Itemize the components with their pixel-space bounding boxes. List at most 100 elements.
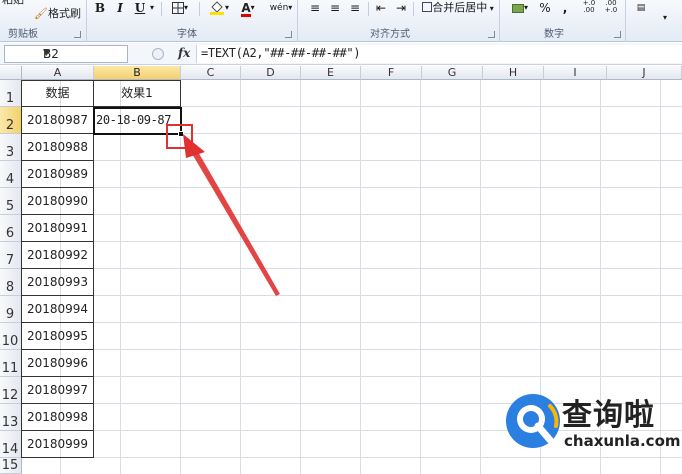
- merge-center-button[interactable]: 合并后居中 ▾: [418, 0, 498, 16]
- cell-a5[interactable]: 20180990: [22, 188, 94, 215]
- row-header-1[interactable]: 1: [0, 80, 22, 107]
- column-header-g[interactable]: G: [422, 66, 483, 80]
- name-box-dropdown-icon[interactable]: ▼: [43, 48, 124, 58]
- cell-a11[interactable]: 20180996: [22, 350, 94, 377]
- cell-a1[interactable]: 数据: [22, 80, 94, 107]
- column-header-b[interactable]: B: [94, 66, 181, 80]
- styles-dropdown-icon[interactable]: ▾: [660, 10, 670, 26]
- row-header-3[interactable]: 3: [0, 134, 22, 161]
- row-header-7[interactable]: 7: [0, 242, 22, 269]
- row-header-4[interactable]: 4: [0, 161, 22, 188]
- magnifier-logo-icon: [506, 394, 560, 448]
- decrease-indent-icon[interactable]: ⇤: [374, 0, 388, 16]
- cell-a4[interactable]: 20180989: [22, 161, 94, 188]
- watermark-url: chaxunla.com: [564, 432, 681, 450]
- alignment-group: ≡ ≡ ≡ ⇤ ⇥ 合并后居中 ▾ 对齐方式: [298, 0, 500, 42]
- column-header-d[interactable]: D: [241, 66, 301, 80]
- row-header-12[interactable]: 12: [0, 377, 22, 404]
- font-group-label: 字体: [177, 29, 197, 40]
- number-group: ▾ % , +.0 .00 .00 +.0 数字: [500, 0, 626, 42]
- select-all-corner[interactable]: [0, 66, 22, 80]
- cell-a9[interactable]: 20180994: [22, 296, 94, 323]
- watermark: 查询啦 chaxunla.com: [498, 386, 681, 458]
- merge-cells-icon: [422, 2, 433, 12]
- font-color-a-icon: A: [241, 1, 251, 17]
- currency-icon: [511, 4, 524, 13]
- number-launcher-icon[interactable]: [614, 31, 621, 38]
- border-button[interactable]: ▾: [167, 0, 193, 16]
- italic-button[interactable]: I: [113, 0, 127, 16]
- increase-indent-icon[interactable]: ⇥: [394, 0, 408, 16]
- column-header-f[interactable]: F: [361, 66, 422, 80]
- watermark-brand-text: 查询啦: [562, 398, 655, 433]
- border-grid-icon: [171, 2, 184, 14]
- phonetic-icon: wén: [269, 3, 289, 13]
- name-box[interactable]: B2 ▼: [4, 45, 128, 63]
- styles-group-fragment: ▤ ▾: [626, 0, 682, 42]
- comma-style-button[interactable]: ,: [560, 0, 570, 16]
- font-separator: [161, 2, 162, 16]
- column-header-a[interactable]: A: [22, 66, 94, 80]
- cell-a12[interactable]: 20180997: [22, 377, 94, 404]
- row-header-8[interactable]: 8: [0, 269, 22, 296]
- underline-button[interactable]: U: [133, 0, 147, 16]
- bold-button[interactable]: B: [93, 0, 107, 16]
- cell-a10[interactable]: 20180995: [22, 323, 94, 350]
- align-center-icon[interactable]: ≡: [328, 0, 342, 16]
- font-color-button[interactable]: A▾: [235, 0, 261, 17]
- column-header-j[interactable]: J: [607, 66, 682, 80]
- alignment-separator: [368, 2, 369, 16]
- row-header-2[interactable]: 2: [0, 107, 22, 134]
- formula-bar: B2 ▼ fx =TEXT(A2,"##-##-##-##"): [0, 43, 682, 65]
- clipboard-launcher-icon[interactable]: [74, 31, 81, 38]
- column-header-e[interactable]: E: [301, 66, 361, 80]
- row-header-5[interactable]: 5: [0, 188, 22, 215]
- cell-a8[interactable]: 20180993: [22, 269, 94, 296]
- number-group-label: 数字: [544, 29, 564, 40]
- percent-button[interactable]: %: [538, 0, 552, 16]
- increase-decimal-button[interactable]: +.0 .00: [580, 0, 598, 16]
- row-header-13[interactable]: 13: [0, 404, 22, 431]
- ribbon: 粘贴 🖌格式刷 剪贴板 B I U ▾ ▾ ▾ A▾ wén▾ 字体 ≡ ≡ ≡: [0, 0, 682, 42]
- row-header-14[interactable]: 14: [0, 431, 22, 458]
- row-header-11[interactable]: 11: [0, 350, 22, 377]
- align-top-left-icon[interactable]: ≡: [308, 0, 322, 16]
- row-header-15[interactable]: 15: [0, 458, 22, 474]
- conditional-format-icon[interactable]: ▤: [634, 0, 648, 16]
- cell-a14[interactable]: 20180999: [22, 431, 94, 458]
- column-header-h[interactable]: H: [483, 66, 544, 80]
- align-right-icon[interactable]: ≡: [348, 0, 362, 16]
- column-header-c[interactable]: C: [181, 66, 241, 80]
- column-header-i[interactable]: I: [544, 66, 607, 80]
- fill-handle-highlight-box: [166, 124, 193, 149]
- cell-a3[interactable]: 20180988: [22, 134, 94, 161]
- cell-a2[interactable]: 20180987: [22, 107, 94, 134]
- phonetic-button[interactable]: wén▾: [269, 0, 293, 16]
- clipboard-group: 粘贴 🖌格式刷 剪贴板: [0, 0, 87, 42]
- alignment-separator-2: [413, 2, 414, 16]
- font-group: B I U ▾ ▾ ▾ A▾ wén▾ 字体: [87, 0, 298, 42]
- cell-b1[interactable]: 效果1: [94, 80, 181, 107]
- font-launcher-icon[interactable]: [285, 31, 292, 38]
- decrease-decimal-button[interactable]: .00 +.0: [602, 0, 620, 16]
- formula-bar-splitter-icon[interactable]: [152, 48, 164, 60]
- formula-input[interactable]: =TEXT(A2,"##-##-##-##"): [196, 45, 682, 63]
- row-header-10[interactable]: 10: [0, 323, 22, 350]
- insert-function-button[interactable]: fx: [178, 46, 190, 60]
- fill-bucket-icon: [209, 1, 224, 15]
- accounting-format-button[interactable]: ▾: [508, 0, 532, 16]
- cell-a6[interactable]: 20180991: [22, 215, 94, 242]
- row-header-6[interactable]: 6: [0, 215, 22, 242]
- alignment-launcher-icon[interactable]: [488, 31, 495, 38]
- paste-label-fragment[interactable]: 粘贴: [2, 0, 24, 8]
- clipboard-group-label: 剪贴板: [8, 29, 38, 40]
- format-painter-button[interactable]: 🖌格式刷: [34, 5, 81, 21]
- brush-icon: 🖌: [34, 7, 48, 20]
- alignment-group-label: 对齐方式: [370, 29, 410, 40]
- cell-a7[interactable]: 20180992: [22, 242, 94, 269]
- cell-a13[interactable]: 20180998: [22, 404, 94, 431]
- font-separator-2: [199, 2, 200, 16]
- underline-dropdown-icon[interactable]: ▾: [148, 0, 156, 16]
- fill-color-button[interactable]: ▾: [205, 0, 233, 16]
- row-header-9[interactable]: 9: [0, 296, 22, 323]
